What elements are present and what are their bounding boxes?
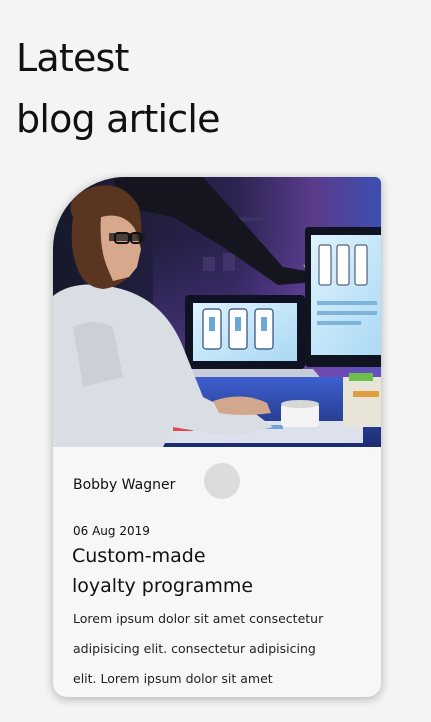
excerpt-line-3: elit. Lorem ipsum dolor sit amet (73, 671, 273, 686)
article-image[interactable] (53, 177, 381, 447)
section-heading-line-1: Latest (16, 36, 129, 80)
excerpt-line-2: adipisicing elit. consectetur adipisicin… (73, 641, 316, 656)
blog-article-card[interactable]: Bobby Wagner 06 Aug 2019 Custom-made loy… (53, 177, 381, 697)
section-heading-line-2: blog article (16, 97, 221, 141)
author-name: Bobby Wagner (73, 477, 176, 493)
article-date: 06 Aug 2019 (73, 524, 150, 538)
author-avatar (204, 463, 240, 499)
excerpt-line-1: Lorem ipsum dolor sit amet consectetur (73, 611, 324, 626)
section-heading: Latest blog article (16, 28, 221, 150)
article-title-line-1: Custom-made (72, 545, 206, 567)
article-excerpt: Lorem ipsum dolor sit amet consectetur a… (73, 604, 373, 694)
article-title-line-2: loyalty programme (72, 575, 254, 597)
article-title[interactable]: Custom-made loyalty programme (72, 541, 253, 601)
